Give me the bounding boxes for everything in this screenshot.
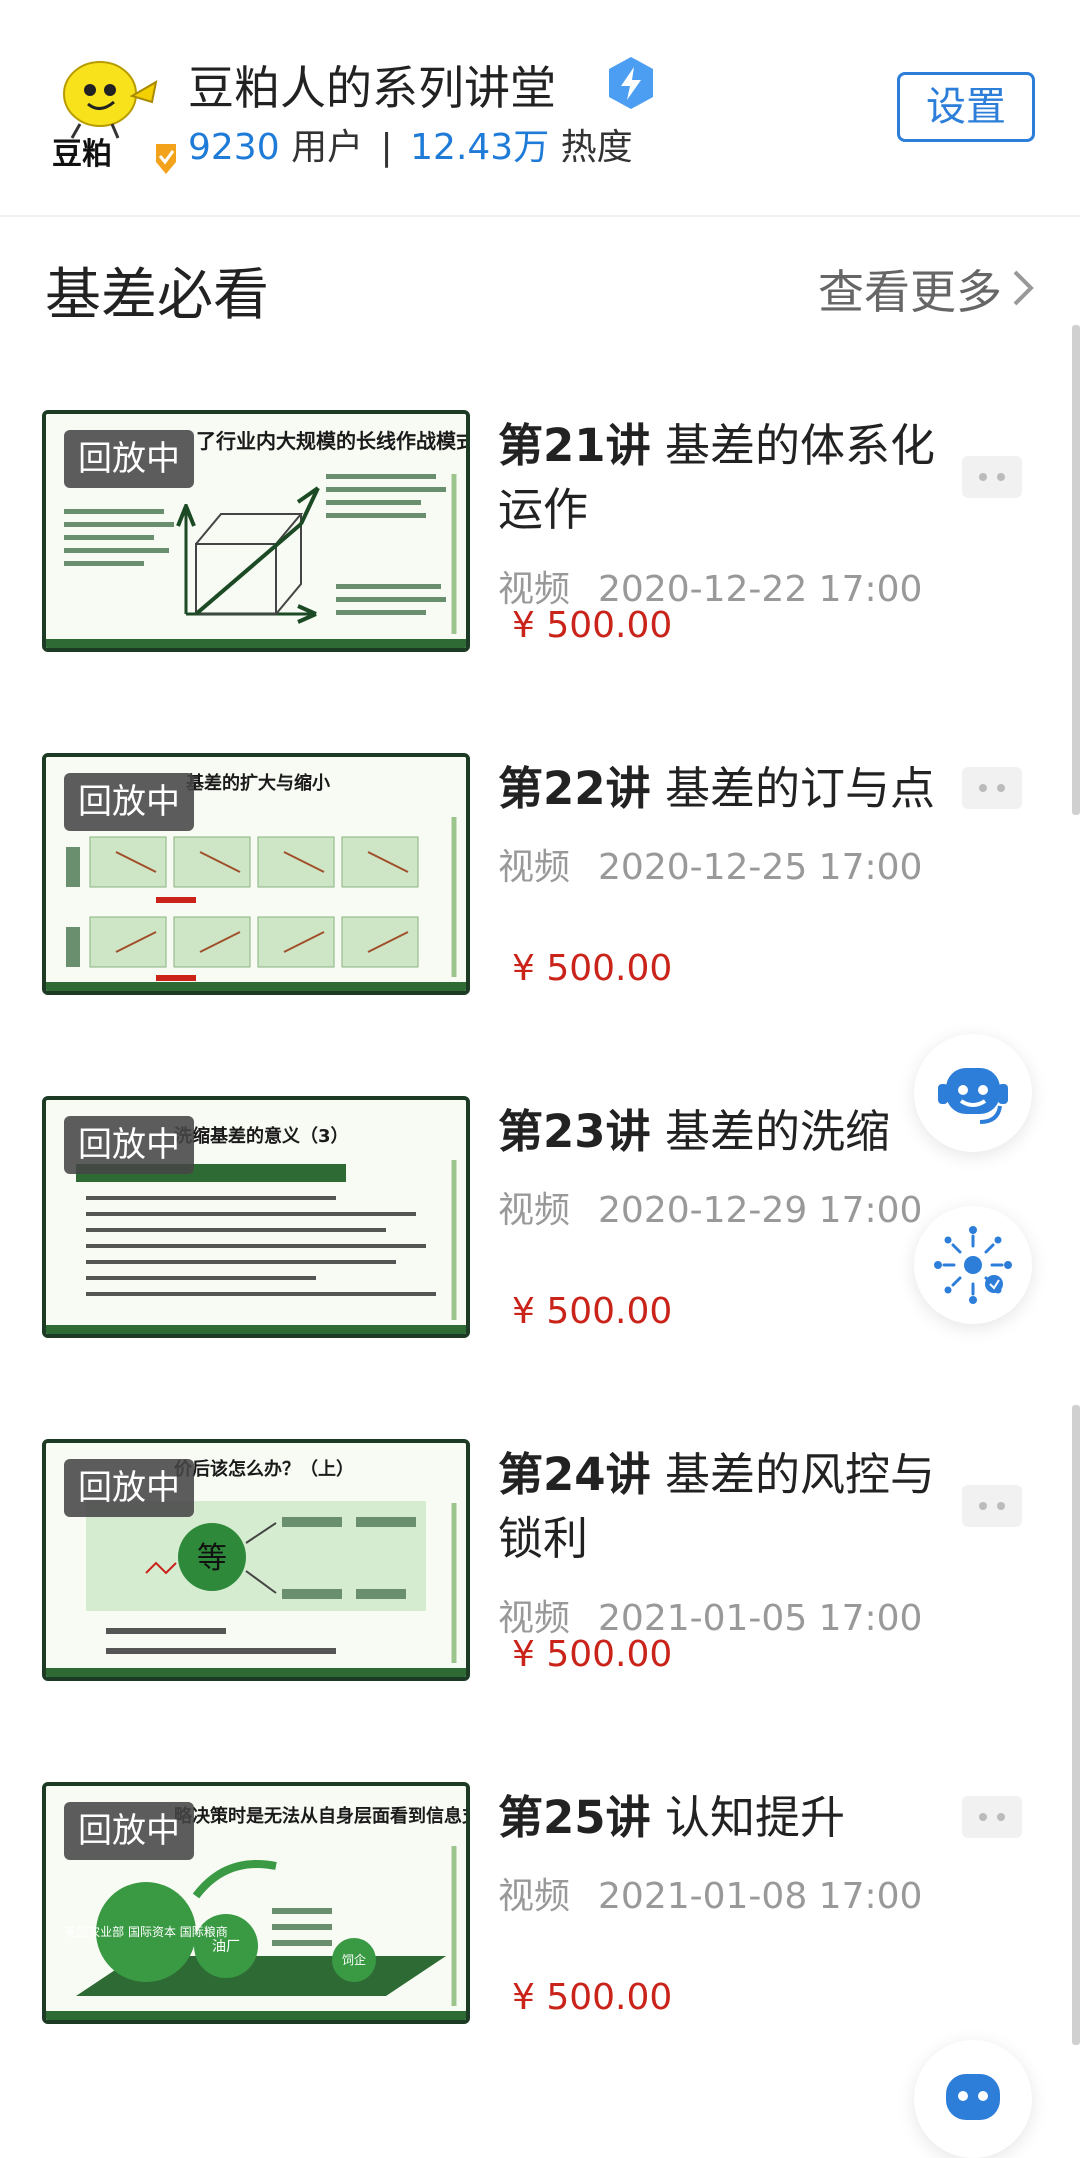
more-options-icon[interactable] bbox=[962, 1485, 1022, 1527]
course-price: ¥ 500.00 bbox=[512, 948, 673, 989]
heat-count: 12.43万 bbox=[410, 127, 550, 168]
section-title: 基差必看 bbox=[45, 263, 269, 328]
lecture-title: 基差的订与点 bbox=[664, 762, 935, 815]
course-datetime: 2021-01-05 17:00 bbox=[598, 1598, 923, 1639]
lecture-title: 认知提升 bbox=[664, 1791, 845, 1844]
channel-header: 豆粕 豆粕人的系列讲堂 9230 用户 | 12.43万 热度 设置 bbox=[0, 0, 1080, 215]
course-type: 视频 bbox=[498, 1876, 571, 1917]
users-count: 9230 bbox=[188, 127, 280, 168]
course-thumbnail[interactable]: 略决策时是无法从自身层面看到信息支撑的 美国农业部 国际资本 国际粮商 油厂 饲… bbox=[42, 1782, 470, 2024]
verified-badge-icon bbox=[609, 57, 653, 109]
course-datetime: 2020-12-22 17:00 bbox=[598, 569, 923, 610]
thumb-heading: 价后该怎么办？（上） bbox=[174, 1458, 354, 1480]
replay-badge: 回放中 bbox=[64, 1116, 194, 1174]
replay-badge: 回放中 bbox=[64, 1459, 194, 1517]
customer-service-button[interactable] bbox=[914, 1034, 1032, 1152]
replay-badge: 回放中 bbox=[64, 773, 194, 831]
course-datetime: 2020-12-25 17:00 bbox=[598, 847, 923, 888]
thumb-heading: 基差的扩大与缩小 bbox=[185, 772, 330, 794]
course-meta: 视频 2021-01-08 17:00 bbox=[498, 1867, 922, 1919]
customer-service-icon bbox=[938, 1068, 1008, 1124]
more-options-icon[interactable] bbox=[962, 767, 1022, 809]
course-item[interactable]: 基差的扩大与缩小 回放中 第22讲 基差的订与点 视频 2020-12-25 17… bbox=[0, 753, 1080, 1033]
course-title: 第24讲 基差的风控与锁利 bbox=[498, 1443, 968, 1571]
course-item[interactable]: 了行业内大规模的长线作战模式 回放中 第21讲 基差的体系化运作 视频 2020-… bbox=[0, 410, 1080, 690]
thumb-heading: 了行业内大规模的长线作战模式 bbox=[196, 429, 466, 453]
thumb-node: 饲企 bbox=[342, 1952, 366, 1967]
stats-separator: | bbox=[380, 127, 393, 168]
thumb-heading: 洗缩基差的意义（3） bbox=[174, 1125, 349, 1147]
replay-badge: 回放中 bbox=[64, 430, 194, 488]
course-type: 视频 bbox=[498, 569, 571, 610]
course-price: ¥ 500.00 bbox=[512, 1291, 673, 1332]
channel-logo[interactable]: 豆粕 bbox=[52, 52, 182, 182]
course-type: 视频 bbox=[498, 847, 571, 888]
settings-button[interactable]: 设置 bbox=[897, 72, 1035, 142]
lecture-number: 第23讲 bbox=[498, 1105, 651, 1158]
replay-badge: 回放中 bbox=[64, 1802, 194, 1860]
thumb-center-glyph: 等 bbox=[197, 1541, 227, 1576]
course-title: 第25讲 认知提升 bbox=[498, 1786, 968, 1850]
course-meta: 视频 2020-12-25 17:00 bbox=[498, 838, 922, 890]
course-price: ¥ 500.00 bbox=[512, 1634, 673, 1675]
ai-assistant-icon bbox=[934, 1226, 1012, 1304]
course-title: 第23讲 基差的洗缩 bbox=[498, 1100, 968, 1164]
more-options-icon[interactable] bbox=[962, 1796, 1022, 1838]
lecture-number: 第21讲 bbox=[498, 419, 651, 472]
heat-label: 热度 bbox=[560, 127, 633, 168]
thumb-heading: 略决策时是无法从自身层面看到信息支撑的 bbox=[174, 1805, 466, 1827]
thumb-node: 美国农业部 国际资本 国际粮商 bbox=[64, 1924, 228, 1939]
channel-stats: 9230 用户 | 12.43万 热度 bbox=[188, 118, 633, 170]
lecture-number: 第25讲 bbox=[498, 1791, 651, 1844]
course-thumbnail[interactable]: 了行业内大规模的长线作战模式 回放中 bbox=[42, 410, 470, 652]
course-meta: 视频 2020-12-29 17:00 bbox=[498, 1181, 922, 1233]
course-price: ¥ 500.00 bbox=[512, 605, 673, 646]
lecture-title: 基差的洗缩 bbox=[664, 1105, 890, 1158]
customer-service-icon bbox=[946, 2074, 1000, 2120]
lecture-number: 第24讲 bbox=[498, 1448, 651, 1501]
channel-title: 豆粕人的系列讲堂 bbox=[188, 61, 556, 115]
course-title: 第21讲 基差的体系化运作 bbox=[498, 414, 968, 542]
course-price: ¥ 500.00 bbox=[512, 1977, 673, 2018]
course-datetime: 2020-12-29 17:00 bbox=[598, 1190, 923, 1231]
lecture-number: 第22讲 bbox=[498, 762, 651, 815]
more-options-icon[interactable] bbox=[962, 456, 1022, 498]
chevron-right-icon[interactable] bbox=[1010, 268, 1036, 308]
course-datetime: 2021-01-08 17:00 bbox=[598, 1876, 923, 1917]
course-item[interactable]: 略决策时是无法从自身层面看到信息支撑的 美国农业部 国际资本 国际粮商 油厂 饲… bbox=[0, 1782, 1080, 2062]
soybean-mascot-icon: 豆粕 bbox=[52, 61, 176, 174]
header-divider bbox=[0, 215, 1080, 217]
see-more-link[interactable]: 查看更多 bbox=[818, 256, 1002, 322]
course-type: 视频 bbox=[498, 1190, 571, 1231]
ai-assistant-button[interactable] bbox=[914, 1206, 1032, 1324]
thumb-node: 油厂 bbox=[212, 1939, 240, 1955]
logo-text: 豆粕 bbox=[52, 137, 112, 172]
course-thumbnail[interactable]: 价后该怎么办？（上） 等 回放中 bbox=[42, 1439, 470, 1681]
course-type: 视频 bbox=[498, 1598, 571, 1639]
course-title: 第22讲 基差的订与点 bbox=[498, 757, 968, 821]
course-thumbnail[interactable]: 洗缩基差的意义（3） 回放中 bbox=[42, 1096, 470, 1338]
users-label: 用户 bbox=[291, 127, 364, 168]
course-item[interactable]: 价后该怎么办？（上） 等 回放中 第24讲 基差的风控与锁利 视频 2021-01… bbox=[0, 1439, 1080, 1719]
customer-service-button-secondary[interactable] bbox=[914, 2040, 1032, 2158]
course-thumbnail[interactable]: 基差的扩大与缩小 回放中 bbox=[42, 753, 470, 995]
